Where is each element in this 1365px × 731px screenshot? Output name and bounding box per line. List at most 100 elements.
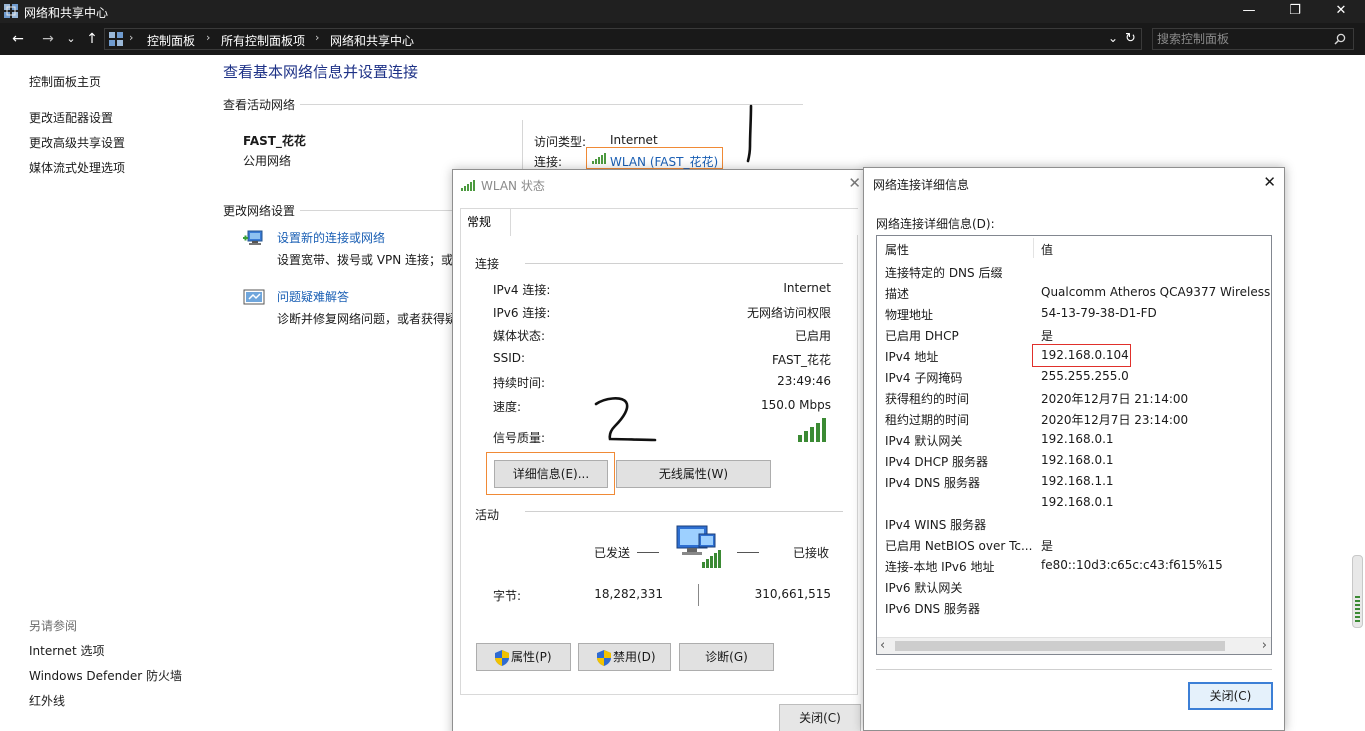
bytes-divider [698, 584, 699, 606]
detail-property: 已启用 NetBIOS over Tc... [885, 539, 1033, 553]
column-header-property[interactable]: 属性 [885, 241, 909, 258]
window-titlebar: 网络和共享中心 — ❐ ✕ [0, 0, 1365, 23]
scroll-left-button[interactable]: ‹ [880, 638, 885, 653]
detail-property: IPv4 DNS 服务器 [885, 476, 980, 490]
disable-button[interactable]: 禁用(D) [578, 643, 671, 671]
dialog-title: WLAN 状态 [481, 179, 545, 193]
detail-value: fe80::10d3:c65c:c43:f615%15 [1041, 558, 1223, 572]
detail-property: 租约过期的时间 [885, 413, 970, 427]
horizontal-scrollbar[interactable]: ‹ › [877, 637, 1271, 654]
detail-value: 255.255.255.0 [1041, 369, 1129, 383]
ipv6-connection-label: IPv6 连接: [493, 306, 551, 320]
recent-locations-button[interactable]: ⌄ [63, 29, 79, 49]
wlan-close-button[interactable]: 关闭(C) [779, 704, 861, 731]
breadcrumb-all-items[interactable]: 所有控制面板项 [221, 32, 305, 49]
column-header-value[interactable]: 值 [1041, 241, 1053, 258]
detail-property: IPv4 DHCP 服务器 [885, 455, 989, 469]
wlan-connection-link[interactable]: WLAN (FAST_花花) [610, 153, 718, 170]
bytes-sent-value: 18,282,331 [594, 587, 663, 601]
disable-button-label: 禁用(D) [613, 650, 656, 664]
scroll-right-button[interactable]: › [1262, 638, 1267, 653]
detail-value: 192.168.0.1 [1041, 453, 1114, 467]
back-button[interactable]: ← [8, 29, 28, 49]
diagnose-button[interactable]: 诊断(G) [679, 643, 774, 671]
vertical-divider [522, 120, 523, 172]
sidebar-link-adapter-settings[interactable]: 更改适配器设置 [29, 109, 113, 126]
sent-line [637, 552, 659, 553]
detail-value: 192.168.1.1 [1041, 474, 1114, 488]
scrollbar-thumb[interactable] [895, 641, 1225, 651]
forward-button[interactable]: → [38, 29, 58, 49]
breadcrumb-separator: › [315, 31, 320, 44]
background-scrollbar[interactable] [1352, 555, 1363, 628]
troubleshoot-link[interactable]: 问题疑难解答 [277, 288, 349, 305]
see-also-firewall[interactable]: Windows Defender 防火墙 [29, 667, 182, 684]
tab-general[interactable]: 常规 [460, 208, 511, 236]
media-state-value: 已启用 [794, 329, 831, 343]
details-button[interactable]: 详细信息(E)... [494, 460, 608, 488]
sidebar-link-media-streaming[interactable]: 媒体流式处理选项 [29, 159, 125, 176]
connection-section-title: 连接 [475, 257, 500, 271]
section-divider [300, 210, 455, 211]
details-listview[interactable]: 属性 值 连接特定的 DNS 后缀 描述 Qualcomm Atheros QC… [876, 235, 1272, 655]
duration-value: 23:49:46 [777, 374, 831, 388]
breadcrumb-network-center[interactable]: 网络和共享中心 [330, 32, 414, 49]
details-close-button[interactable]: 关闭(C) [1188, 682, 1273, 710]
section-divider [525, 263, 843, 264]
speed-value: 150.0 Mbps [760, 398, 831, 412]
wireless-properties-button[interactable]: 无线属性(W) [616, 460, 771, 488]
detail-property: IPv4 默认网关 [885, 434, 963, 448]
troubleshoot-icon [243, 289, 265, 305]
properties-button[interactable]: 属性(P) [476, 643, 571, 671]
wifi-signal-icon [461, 180, 475, 191]
sidebar-link-home[interactable]: 控制面板主页 [29, 73, 101, 90]
network-computer-icon [676, 525, 721, 568]
detail-property: IPv4 地址 [885, 350, 939, 364]
section-divider [300, 104, 803, 105]
detail-property: 已启用 DHCP [885, 329, 959, 343]
shield-icon [495, 650, 509, 666]
search-input[interactable] [1157, 30, 1327, 48]
close-window-button[interactable]: ✕ [1318, 0, 1364, 23]
ipv4-connection-label: IPv4 连接: [493, 283, 551, 297]
dialog-close-button[interactable]: ✕ [1263, 173, 1276, 191]
address-bar: ← → ⌄ ↑ › 控制面板 › 所有控制面板项 › 网络和共享中心 ⌄ ↻ [0, 23, 1365, 55]
annotation-mark-2 [594, 397, 657, 442]
address-dropdown-button[interactable]: ⌄ [1108, 31, 1118, 45]
wifi-signal-icon [592, 153, 606, 164]
see-also-infrared[interactable]: 红外线 [29, 692, 65, 709]
up-button[interactable]: ↑ [83, 29, 101, 49]
annotation-mark-1 [746, 104, 753, 163]
received-label: 已接收 [793, 546, 830, 560]
column-separator[interactable] [1033, 238, 1034, 258]
received-line [737, 552, 759, 553]
detail-value: 是 [1041, 329, 1054, 343]
signal-quality-label: 信号质量: [493, 431, 546, 445]
tab-general-label: 常规 [467, 215, 492, 229]
setup-connection-desc: 设置宽带、拨号或 VPN 连接；或 [277, 253, 454, 267]
detail-property: 描述 [885, 287, 910, 301]
search-box [1152, 28, 1354, 50]
detail-property: 连接特定的 DNS 后缀 [885, 266, 1003, 280]
shield-icon [597, 650, 611, 666]
address-box[interactable]: › 控制面板 › 所有控制面板项 › 网络和共享中心 ⌄ ↻ [104, 28, 1142, 50]
refresh-button[interactable]: ↻ [1125, 31, 1136, 46]
connection-label: 连接: [534, 155, 563, 169]
detail-property: IPv6 DNS 服务器 [885, 602, 980, 616]
restore-button[interactable]: ❐ [1272, 0, 1318, 23]
search-icon[interactable] [1334, 33, 1346, 45]
change-settings-label: 更改网络设置 [223, 204, 296, 218]
setup-connection-link[interactable]: 设置新的连接或网络 [277, 229, 385, 246]
minimize-button[interactable]: — [1226, 0, 1272, 23]
detail-property: IPv4 WINS 服务器 [885, 518, 987, 532]
sidebar-link-sharing-settings[interactable]: 更改高级共享设置 [29, 134, 125, 151]
see-also-internet-options[interactable]: Internet 选项 [29, 642, 104, 659]
dialog-close-button[interactable]: ✕ [848, 174, 861, 192]
ipv4-connection-value: Internet [783, 281, 831, 295]
page-heading: 查看基本网络信息并设置连接 [223, 63, 419, 81]
duration-label: 持续时间: [493, 376, 546, 390]
breadcrumb-control-panel[interactable]: 控制面板 [147, 32, 195, 49]
network-center-icon [4, 4, 18, 18]
see-also-label: 另请参阅 [29, 619, 78, 633]
window-title: 网络和共享中心 [24, 6, 109, 20]
